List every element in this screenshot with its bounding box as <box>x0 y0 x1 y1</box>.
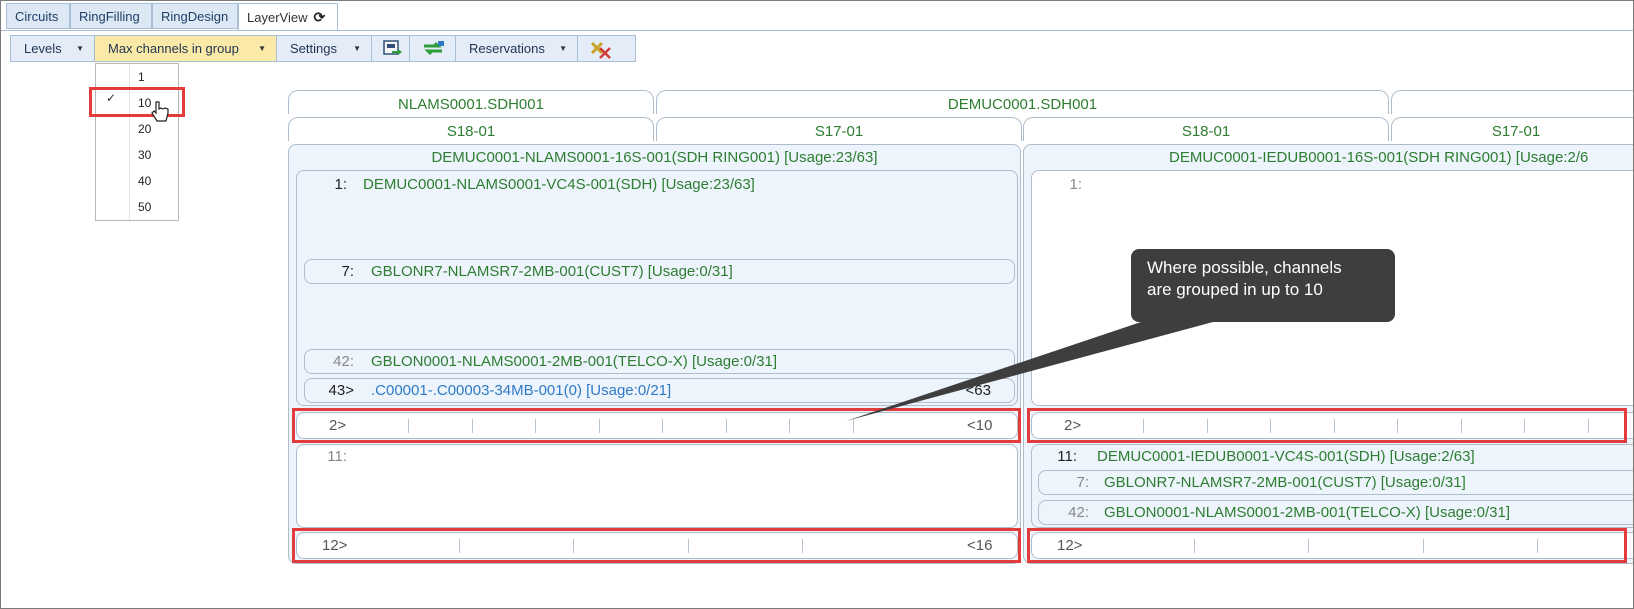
app-frame: Circuits RingFilling RingDesign LayerVie… <box>0 0 1634 609</box>
callout-line-1: Where possible, channels <box>1147 258 1342 277</box>
callout-tooltip: Where possible, channels are grouped in … <box>1131 249 1395 322</box>
callout-line-2: are grouped in up to 10 <box>1147 280 1323 299</box>
